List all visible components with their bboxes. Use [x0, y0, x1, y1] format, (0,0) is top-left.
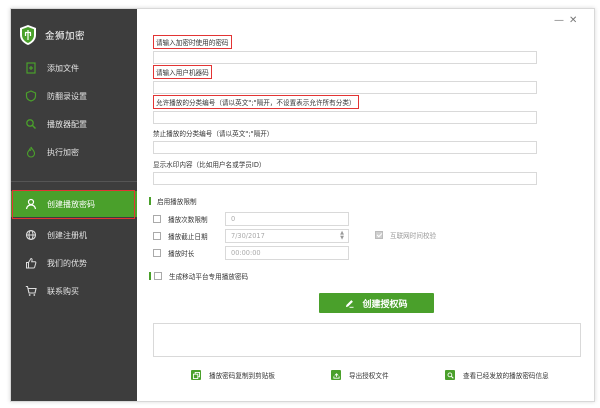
auth-code-output[interactable] [153, 323, 581, 357]
search-icon [25, 118, 37, 130]
internet-time-label: 互联网时间校验 [390, 232, 437, 240]
export-icon [331, 370, 341, 380]
mobile-password-checkbox[interactable] [154, 272, 162, 280]
user-icon [25, 198, 37, 210]
duration-value: 00:00:00 [231, 249, 261, 257]
app-title: 金狮加密 [45, 31, 86, 42]
expiry-checkbox[interactable] [153, 232, 161, 240]
expiry-date-input[interactable]: 7/30/2017 ▲ ▼ [225, 229, 349, 243]
brand: 金狮加密 [19, 23, 85, 47]
view-issued-passwords-label: 查看已经发放的播放密码信息 [463, 372, 549, 380]
sidebar-item-label: 联系购买 [47, 286, 79, 296]
sidebar-item-label: 添加文件 [47, 63, 79, 73]
allow-category-label: 允许播放的分类编号（请以英文";"隔开，不设置表示允许所有分类） [153, 95, 359, 109]
search-icon [445, 370, 455, 380]
copy-icon [191, 370, 201, 380]
expiry-date-value: 7/30/2017 [231, 232, 265, 240]
play-count-row: 播放次数限制 [153, 213, 208, 225]
forbid-category-label: 禁止播放的分类编号（请以英文";"隔开） [153, 130, 274, 138]
lion-shield-logo-icon [20, 25, 36, 45]
sidebar-item-player-config[interactable]: 播放器配置 [11, 111, 137, 137]
copy-to-clipboard-button[interactable]: 播放密码复制到剪贴板 [191, 370, 275, 380]
play-count-checkbox[interactable] [153, 215, 161, 223]
cart-icon [25, 285, 37, 297]
mobile-password-row: 生成移动平台专用播放密码 [149, 270, 248, 282]
duration-row: 播放时长 [153, 247, 194, 259]
forbid-category-input[interactable] [153, 141, 537, 154]
add-file-icon [25, 62, 37, 74]
export-auth-file-button[interactable]: 导出授权文件 [331, 370, 389, 380]
globe-icon [25, 229, 37, 241]
internet-time-sync[interactable]: 互联网时间校验 [375, 230, 436, 240]
create-auth-code-label: 创建授权码 [362, 299, 408, 310]
machine-code-input[interactable] [153, 81, 537, 94]
sidebar-item-label: 创建注册机 [47, 230, 87, 240]
sidebar-item-label: 创建播放密码 [47, 199, 95, 209]
section-marker [149, 272, 151, 280]
expiry-row: 播放截止日期 [153, 230, 208, 242]
sidebar-divider [11, 181, 137, 182]
sidebar-item-anti-record[interactable]: 防翻录设置 [11, 83, 137, 109]
password-label: 请输入加密时使用的密码 [153, 35, 232, 49]
sidebar: 金狮加密 添加文件 防翻录设置 播放器配置 执行加密 创建播放密码 创建注册机 … [11, 9, 137, 401]
internet-time-checkbox[interactable] [375, 231, 383, 239]
watermark-input[interactable] [153, 172, 537, 185]
play-count-value: 0 [231, 215, 236, 223]
sidebar-item-label: 执行加密 [47, 147, 79, 157]
sidebar-item-create-play-password[interactable]: 创建播放密码 [11, 191, 137, 217]
watermark-label: 显示水印内容（比如用户名或学员ID） [153, 161, 266, 169]
machine-code-label: 请输入用户机器码 [153, 65, 212, 79]
app-window: 金狮加密 添加文件 防翻录设置 播放器配置 执行加密 创建播放密码 创建注册机 … [10, 8, 595, 402]
mobile-password-label: 生成移动平台专用播放密码 [169, 273, 249, 281]
sidebar-item-label: 播放器配置 [47, 119, 87, 129]
sidebar-item-label: 防翻录设置 [47, 91, 87, 101]
password-input[interactable] [153, 51, 537, 64]
duration-input[interactable]: 00:00:00 [225, 246, 349, 260]
sidebar-item-run-encrypt[interactable]: 执行加密 [11, 139, 137, 165]
sidebar-item-label: 我们的优势 [47, 258, 87, 268]
fire-icon [25, 146, 37, 158]
create-auth-code-button[interactable]: 创建授权码 [319, 293, 434, 313]
shield-icon [25, 90, 37, 102]
pen-icon [345, 299, 355, 308]
spinner-arrows-icon[interactable]: ▲ ▼ [340, 231, 344, 241]
play-count-label: 播放次数限制 [168, 216, 208, 224]
duration-checkbox[interactable] [153, 249, 161, 257]
export-auth-file-label: 导出授权文件 [349, 372, 389, 380]
main-panel: 请输入加密时使用的密码 请输入用户机器码 允许播放的分类编号（请以英文";"隔开… [137, 9, 594, 401]
copy-to-clipboard-label: 播放密码复制到剪贴板 [209, 372, 275, 380]
sidebar-item-create-keygen[interactable]: 创建注册机 [11, 222, 137, 248]
view-issued-passwords-button[interactable]: 查看已经发放的播放密码信息 [445, 370, 549, 380]
sidebar-item-our-advantages[interactable]: 我们的优势 [11, 250, 137, 276]
section-title: 启用播放限制 [157, 198, 197, 206]
sidebar-item-add-file[interactable]: 添加文件 [11, 55, 137, 81]
play-count-input[interactable]: 0 [225, 212, 349, 226]
duration-label: 播放时长 [168, 250, 195, 258]
expiry-label: 播放截止日期 [168, 233, 208, 241]
section-marker [149, 197, 151, 205]
playback-limit-section: 启用播放限制 [149, 196, 197, 206]
allow-category-input[interactable] [153, 111, 537, 124]
sidebar-item-contact-purchase[interactable]: 联系购买 [11, 278, 137, 304]
thumbs-up-icon [25, 257, 37, 269]
